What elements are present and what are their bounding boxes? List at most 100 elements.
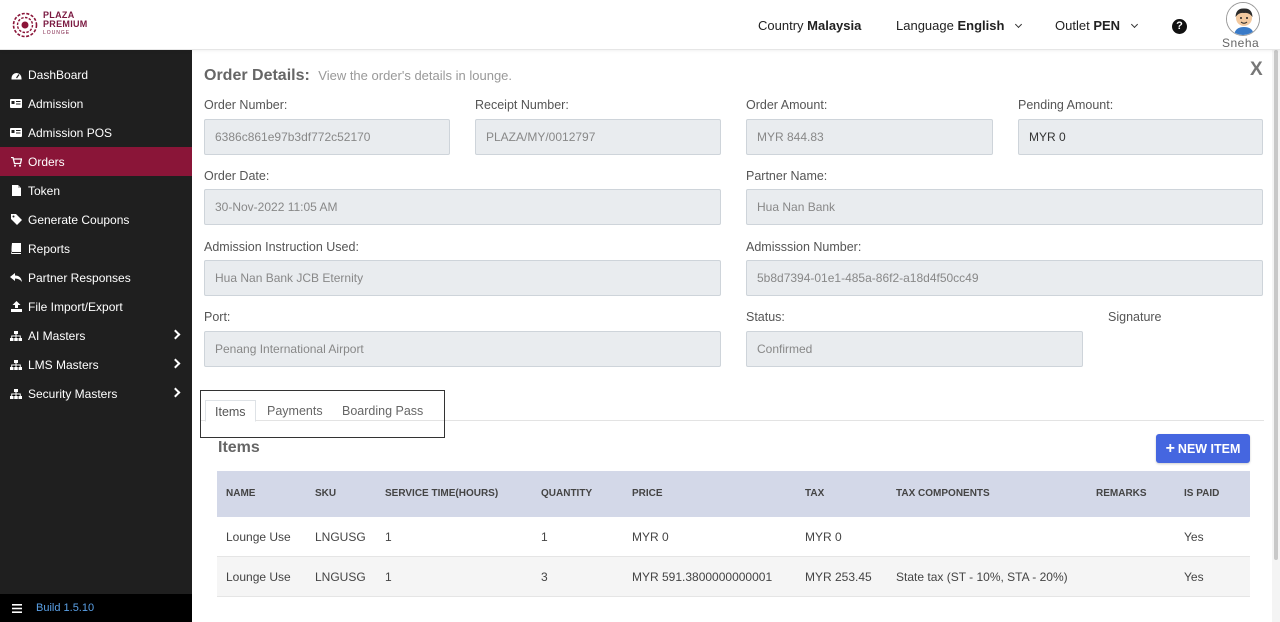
sidebar-item-lms-masters[interactable]: LMS Masters: [0, 350, 192, 379]
table-cell: 3: [541, 570, 548, 584]
chevron-right-icon: [170, 329, 181, 340]
column-header[interactable]: TAX: [805, 488, 824, 499]
brand-line-2: PREMIUM: [43, 19, 88, 29]
port-label: Port:: [204, 310, 231, 324]
table-cell: MYR 0: [805, 530, 842, 544]
sidebar-item-label: File Import/Export: [28, 299, 123, 314]
table-cell: MYR 591.3800000000001: [632, 570, 773, 584]
signature-label: Signature: [1108, 310, 1162, 324]
admission-instruction-field: Hua Nan Bank JCB Eternity: [204, 260, 721, 296]
order-number-label: Order Number:: [204, 98, 288, 112]
hamburger-menu-icon[interactable]: [12, 603, 22, 613]
column-header[interactable]: QUANTITY: [541, 488, 592, 499]
sidebar-item-orders[interactable]: Orders: [0, 147, 192, 176]
column-header[interactable]: SKU: [315, 488, 336, 499]
sidebar-item-file-import-export[interactable]: File Import/Export: [0, 292, 192, 321]
table-cell: MYR 253.45: [805, 570, 872, 584]
upload-icon: [10, 301, 22, 313]
column-header[interactable]: TAX COMPONENTS: [896, 488, 990, 499]
sitemap-icon: [10, 359, 22, 371]
chevron-down-icon: [1130, 20, 1138, 29]
language-dropdown[interactable]: Language English: [896, 18, 1023, 33]
country-label: Country: [758, 18, 804, 33]
order-amount-label: Order Amount:: [746, 98, 828, 112]
sidebar: DashBoard Admission Admission POS Orders…: [0, 50, 192, 622]
sidebar-item-dashboard[interactable]: DashBoard: [0, 60, 192, 89]
sidebar-item-label: Token: [28, 183, 61, 198]
chevron-down-icon: [1015, 20, 1023, 29]
close-icon[interactable]: X: [1250, 59, 1263, 81]
column-header[interactable]: NAME: [226, 488, 255, 499]
sidebar-item-label: Generate Coupons: [28, 212, 130, 227]
page-title: Order Details: View the order's details …: [204, 67, 512, 85]
column-header[interactable]: SERVICE TIME(HOURS): [385, 488, 498, 499]
sidebar-item-ai-masters[interactable]: AI Masters: [0, 321, 192, 350]
table-cell: LNGUSG: [315, 570, 366, 584]
order-number-field: 6386c861e97b3df772c52170: [204, 119, 450, 155]
port-field: Penang International Airport: [204, 331, 721, 367]
sidebar-item-label: Partner Responses: [28, 270, 131, 285]
column-header[interactable]: IS PAID: [1184, 488, 1219, 499]
items-section-title: Items: [218, 439, 260, 456]
table-row[interactable]: Lounge Use LNGUSG 1 1 MYR 0 MYR 0 Yes: [217, 517, 1250, 557]
chevron-right-icon: [170, 358, 181, 369]
brand-logo[interactable]: PLAZA PREMIUM LOUNGE: [12, 11, 88, 38]
sitemap-icon: [10, 388, 22, 400]
sidebar-item-label: Reports: [28, 241, 71, 256]
status-label: Status:: [746, 310, 785, 324]
table-cell: LNGUSG: [315, 530, 366, 544]
tag-icon: [10, 214, 22, 226]
new-item-button[interactable]: + NEW ITEM: [1156, 434, 1250, 463]
table-cell: Yes: [1184, 570, 1204, 584]
pending-amount-label: Pending Amount:: [1018, 98, 1114, 112]
sidebar-item-partner-responses[interactable]: Partner Responses: [0, 263, 192, 292]
table-cell: Lounge Use: [226, 570, 291, 584]
help-icon[interactable]: ?: [1172, 19, 1187, 34]
sidebar-item-admission[interactable]: Admission: [0, 89, 192, 118]
file-icon: [10, 185, 22, 197]
partner-name-label: Partner Name:: [746, 169, 828, 183]
sidebar-item-admission-pos[interactable]: Admission POS: [0, 118, 192, 147]
country-indicator: Country Malaysia: [758, 18, 861, 33]
sidebar-item-security-masters[interactable]: Security Masters: [0, 379, 192, 408]
cart-icon: [10, 156, 22, 168]
status-field: Confirmed: [746, 331, 1083, 367]
country-value: Malaysia: [807, 18, 862, 33]
table-cell: Lounge Use: [226, 530, 291, 544]
scrollbar-thumb[interactable]: [1274, 50, 1278, 560]
receipt-number-field: PLAZA/MY/0012797: [475, 119, 721, 155]
outlet-value: PEN: [1093, 18, 1121, 33]
partner-name-field: Hua Nan Bank: [746, 189, 1263, 225]
id-card-icon: [10, 98, 22, 110]
sidebar-item-label: AI Masters: [28, 328, 86, 343]
sidebar-footer: Build 1.5.10: [0, 594, 192, 622]
column-header[interactable]: REMARKS: [1096, 488, 1147, 499]
admission-number-field: 5b8d7394-01e1-485a-86f2-a18d4f50cc49: [746, 260, 1263, 296]
column-header[interactable]: PRICE: [632, 488, 663, 499]
top-header: PLAZA PREMIUM LOUNGE Country Malaysia La…: [0, 0, 1280, 50]
new-item-button-label: NEW ITEM: [1177, 441, 1241, 456]
page-subtitle: View the order's details in lounge.: [318, 68, 513, 83]
pending-amount-field: MYR 0: [1018, 119, 1263, 155]
sidebar-item-label: DashBoard: [28, 67, 89, 82]
sitemap-icon: [10, 330, 22, 342]
table-row[interactable]: Lounge Use LNGUSG 1 3 MYR 591.3800000000…: [217, 557, 1250, 597]
sidebar-item-label: Orders: [28, 154, 65, 169]
avatar[interactable]: [1226, 2, 1260, 36]
book-icon: [10, 243, 22, 255]
admission-instruction-label: Admission Instruction Used:: [204, 240, 359, 254]
outlet-dropdown[interactable]: Outlet PEN: [1055, 18, 1138, 33]
brand-line-3: LOUNGE: [43, 30, 71, 36]
sidebar-item-reports[interactable]: Reports: [0, 234, 192, 263]
table-cell: Yes: [1184, 530, 1204, 544]
user-name: Sneha: [1222, 36, 1260, 50]
sidebar-item-label: LMS Masters: [28, 357, 99, 372]
sidebar-item-generate-coupons[interactable]: Generate Coupons: [0, 205, 192, 234]
table-cell: 1: [541, 530, 548, 544]
sidebar-item-label: Admission: [28, 96, 84, 111]
language-value: English: [957, 18, 1005, 33]
build-version: Build 1.5.10: [36, 602, 95, 614]
dashboard-icon: [10, 69, 22, 81]
order-date-field: 30-Nov-2022 11:05 AM: [204, 189, 721, 225]
sidebar-item-token[interactable]: Token: [0, 176, 192, 205]
